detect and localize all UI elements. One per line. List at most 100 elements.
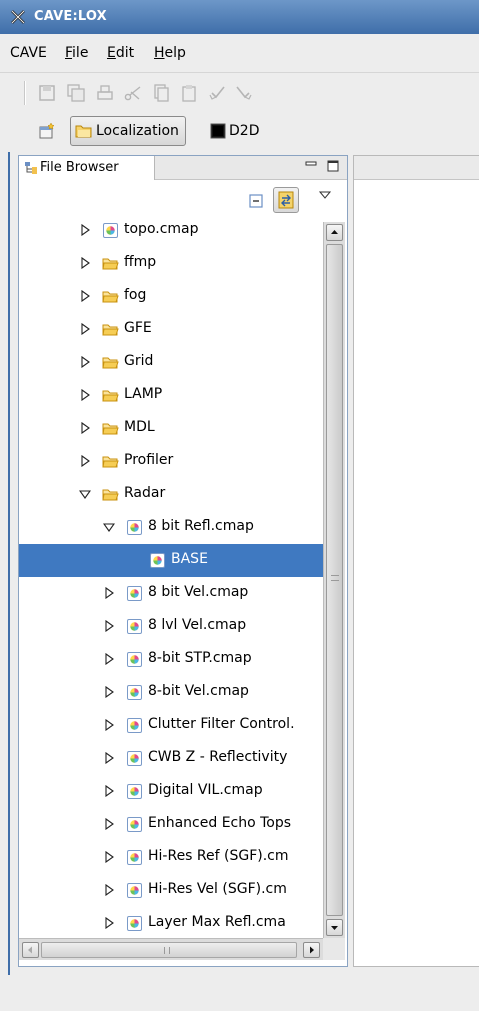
colormap-file-icon	[127, 916, 142, 931]
tree-row-label: ffmp	[124, 254, 157, 270]
expanded-triangle-icon[interactable]	[79, 488, 91, 500]
arrow-up-icon	[331, 230, 338, 234]
collapsed-triangle-icon[interactable]	[103, 653, 115, 665]
perspective-d2d-button[interactable]: D2D	[206, 116, 265, 146]
collapsed-triangle-icon[interactable]	[79, 389, 91, 401]
vertical-scrollbar[interactable]	[323, 222, 345, 938]
scroll-down-button[interactable]	[326, 919, 343, 936]
cut-icon[interactable]	[123, 83, 143, 103]
save-all-icon[interactable]	[66, 83, 86, 103]
link-with-editor-button[interactable]	[273, 187, 299, 213]
paste-icon[interactable]	[179, 83, 199, 103]
collapsed-triangle-icon[interactable]	[103, 818, 115, 830]
folder-icon	[102, 291, 119, 303]
menu-file[interactable]: File	[65, 45, 88, 61]
collapse-all-icon[interactable]	[249, 194, 263, 208]
tree-row-label: Grid	[124, 353, 154, 369]
colormap-file-icon	[127, 784, 142, 799]
toolbar-grip[interactable]	[24, 81, 26, 105]
print-icon[interactable]	[95, 83, 115, 103]
folder-icon	[102, 324, 119, 336]
menu-help[interactable]: Help	[154, 45, 186, 61]
scroll-up-button[interactable]	[326, 224, 343, 241]
tree-row[interactable]: ffmp	[19, 247, 323, 280]
tree-row[interactable]: Hi-Res Ref (SGF).cm	[19, 841, 323, 874]
open-perspective-icon[interactable]	[38, 122, 56, 140]
vertical-scroll-thumb[interactable]	[326, 244, 343, 916]
scroll-left-button[interactable]	[22, 942, 39, 958]
tree-row[interactable]: Digital VIL.cmap	[19, 775, 323, 808]
undo-icon[interactable]	[207, 83, 227, 103]
collapsed-triangle-icon[interactable]	[79, 323, 91, 335]
collapsed-triangle-icon[interactable]	[103, 785, 115, 797]
perspective-localization-button[interactable]: Localization	[70, 116, 186, 146]
tree-row[interactable]: Enhanced Echo Tops	[19, 808, 323, 841]
tree-row-label: BASE	[171, 551, 208, 567]
view-menu-icon[interactable]	[319, 190, 331, 200]
window-title-bar[interactable]: CAVE:LOX	[0, 0, 479, 34]
arrow-right-icon	[310, 946, 314, 954]
collapsed-triangle-icon[interactable]	[79, 422, 91, 434]
tree-row[interactable]: Radar	[19, 478, 323, 511]
collapsed-triangle-icon[interactable]	[103, 884, 115, 896]
main-toolbar	[0, 72, 479, 112]
collapsed-triangle-icon[interactable]	[103, 620, 115, 632]
collapsed-triangle-icon[interactable]	[103, 719, 115, 731]
tree-row-label: Enhanced Echo Tops	[148, 815, 292, 831]
collapsed-triangle-icon[interactable]	[103, 587, 115, 599]
tree-row-label: Clutter Filter Control.	[148, 716, 295, 732]
tree-row[interactable]: 8 lvl Vel.cmap	[19, 610, 323, 643]
scroll-right-button[interactable]	[303, 942, 320, 958]
tree-row[interactable]: CWB Z - Reflectivity	[19, 742, 323, 775]
menu-edit[interactable]: Edit	[107, 45, 134, 61]
tree-row[interactable]: Grid	[19, 346, 323, 379]
tree-row[interactable]: topo.cmap	[19, 222, 323, 247]
colormap-file-icon	[127, 850, 142, 865]
collapsed-triangle-icon[interactable]	[79, 257, 91, 269]
tree-row[interactable]: GFE	[19, 313, 323, 346]
folder-icon	[102, 258, 119, 270]
colormap-file-icon	[127, 520, 142, 535]
maximize-view-icon[interactable]	[327, 160, 339, 172]
collapsed-triangle-icon[interactable]	[79, 290, 91, 302]
copy-icon[interactable]	[151, 83, 171, 103]
expanded-triangle-icon[interactable]	[103, 521, 115, 533]
perspective-localization-label: Localization	[96, 123, 179, 139]
colormap-file-icon	[103, 223, 118, 238]
collapsed-triangle-icon[interactable]	[103, 752, 115, 764]
x-logo-icon	[11, 10, 25, 24]
tree-row-label: Radar	[124, 485, 166, 501]
horizontal-scroll-thumb[interactable]	[41, 942, 297, 958]
tree-row[interactable]: 8-bit STP.cmap	[19, 643, 323, 676]
collapsed-triangle-icon[interactable]	[103, 851, 115, 863]
tree-row-label: CWB Z - Reflectivity	[148, 749, 288, 765]
tree-row-label: LAMP	[124, 386, 163, 402]
colormap-file-icon	[150, 553, 165, 568]
redo-icon[interactable]	[234, 83, 254, 103]
tree-row[interactable]: Clutter Filter Control.	[19, 709, 323, 742]
tree-row[interactable]: 8 bit Vel.cmap	[19, 577, 323, 610]
collapsed-triangle-icon[interactable]	[103, 686, 115, 698]
save-icon[interactable]	[37, 83, 57, 103]
tree-row[interactable]: Layer Max Refl.cma	[19, 907, 323, 938]
folder-icon	[102, 423, 119, 435]
minimize-view-icon[interactable]	[305, 160, 317, 172]
file-browser-view: File Browser topo.cmap ffmp fog GFE Grid LAMP…	[18, 155, 348, 967]
collapsed-triangle-icon[interactable]	[79, 455, 91, 467]
tree-row[interactable]: fog	[19, 280, 323, 313]
tree-row[interactable]: Hi-Res Vel (SGF).cm	[19, 874, 323, 907]
tree-row[interactable]: BASE	[19, 544, 323, 577]
tree-row-label: 8-bit Vel.cmap	[148, 683, 249, 699]
tree-row-label: Profiler	[124, 452, 174, 468]
tree-row[interactable]: MDL	[19, 412, 323, 445]
collapsed-triangle-icon[interactable]	[103, 917, 115, 929]
horizontal-scrollbar[interactable]	[19, 938, 323, 960]
menu-cave[interactable]: CAVE	[10, 45, 47, 61]
tree-row[interactable]: LAMP	[19, 379, 323, 412]
collapsed-triangle-icon[interactable]	[79, 224, 91, 236]
collapsed-triangle-icon[interactable]	[79, 356, 91, 368]
tab-file-browser[interactable]: File Browser	[19, 156, 155, 180]
tree-row[interactable]: 8-bit Vel.cmap	[19, 676, 323, 709]
tree-row[interactable]: Profiler	[19, 445, 323, 478]
tree-row[interactable]: 8 bit Refl.cmap	[19, 511, 323, 544]
